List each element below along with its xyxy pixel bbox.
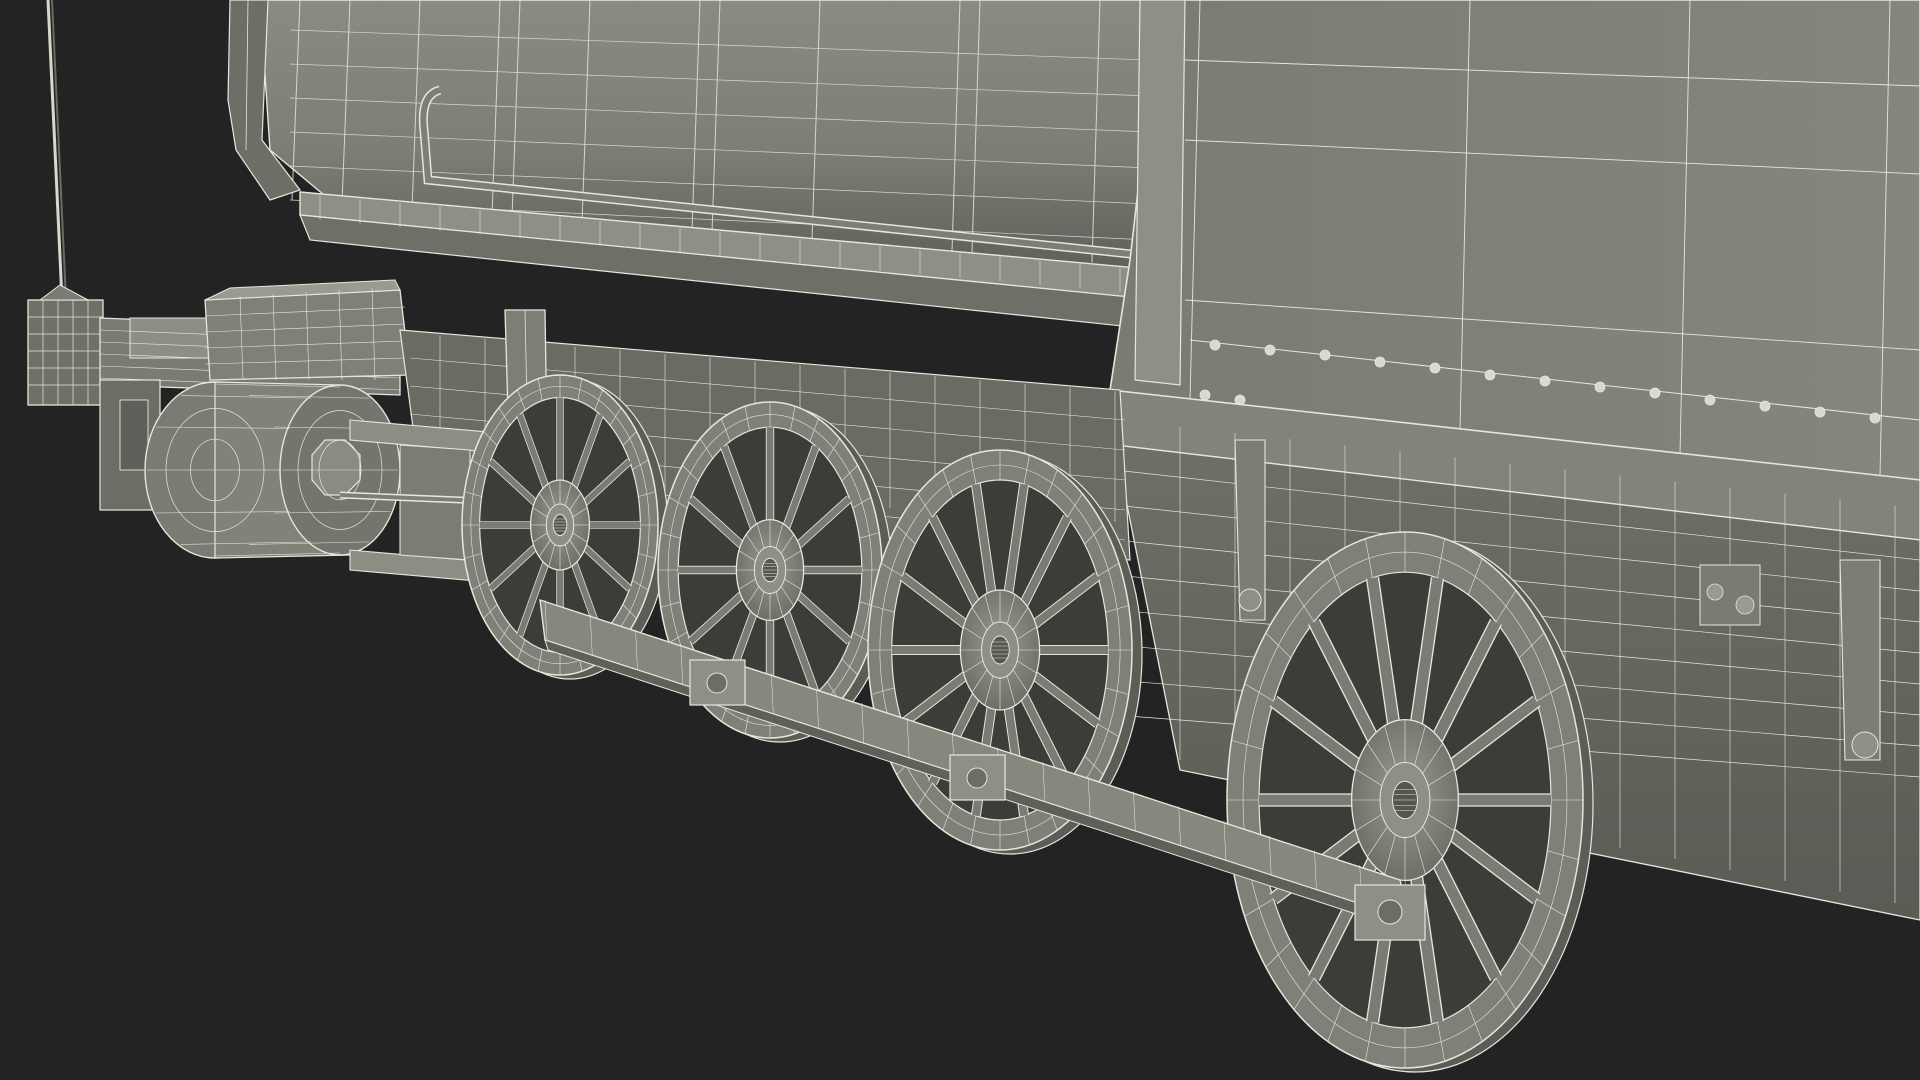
driving-wheel (1226, 531, 1594, 1073)
rod-crank-pin-1 (689, 659, 746, 706)
rod-crank-pin-2 (949, 754, 1006, 801)
render-viewport (0, 0, 1920, 1080)
cylinder (144, 381, 401, 559)
sand-box (204, 279, 411, 381)
rod-crank-pin-3 (1354, 884, 1426, 941)
locomotive-wireframe-render (0, 0, 1920, 1080)
